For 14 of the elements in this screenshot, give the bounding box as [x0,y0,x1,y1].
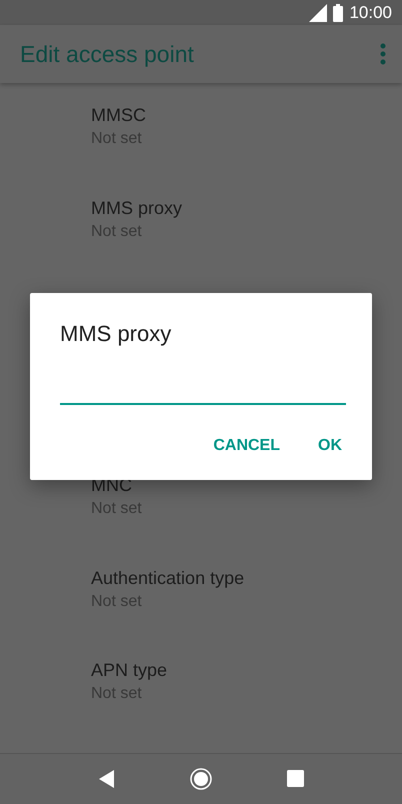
screen-title: Edit access point [20,40,194,68]
setting-title[interactable]: APN type [91,660,402,682]
clock-time: 10:00 [349,2,392,23]
dialog-title: MMS proxy [60,321,172,347]
setting-title[interactable]: Authentication type [91,568,402,589]
signal-icon [309,4,328,22]
dialog-button[interactable]: OK [310,431,350,461]
recents-icon[interactable] [286,770,304,788]
back-icon[interactable] [98,770,114,788]
setting-title[interactable]: MMS proxy [91,198,402,219]
battery-icon [333,4,344,22]
home-icon[interactable] [190,768,212,790]
dialog-button[interactable]: CANCEL [205,431,288,461]
setting-title[interactable]: MMSC [91,105,402,126]
